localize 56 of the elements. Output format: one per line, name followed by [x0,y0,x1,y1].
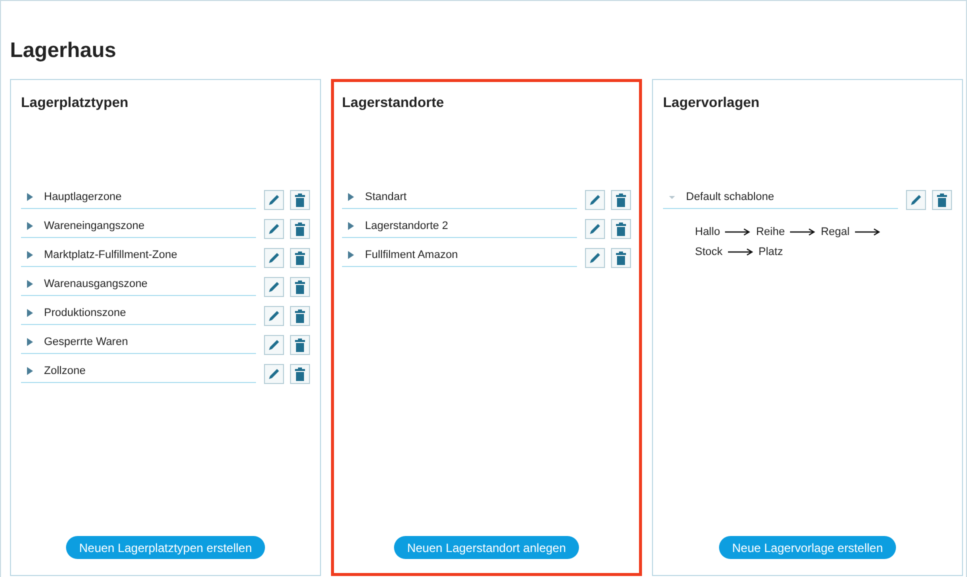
panel-title: Lagerplatztypen [21,93,130,112]
tree-item[interactable]: Standart [365,191,407,203]
delete-icon[interactable] [290,335,310,355]
panel-title: Lagervorlagen [663,93,760,112]
edit-icon[interactable] [585,219,605,239]
path-level: Hallo [695,225,720,240]
delete-icon[interactable] [290,364,310,384]
edit-icon[interactable] [906,190,926,210]
edit-icon[interactable] [264,219,284,239]
delete-icon[interactable] [290,277,310,297]
caret-right-icon[interactable] [347,193,355,201]
caret-right-icon[interactable] [26,222,34,230]
edit-icon[interactable] [264,277,284,297]
path-level: Reihe [756,225,785,240]
delete-icon[interactable] [611,248,631,268]
caret-right-icon[interactable] [26,251,34,259]
path-level: Regal [820,225,850,240]
caret-right-icon[interactable] [347,251,355,259]
edit-icon[interactable] [264,248,284,268]
caret-right-icon[interactable] [26,338,34,346]
edit-icon[interactable] [264,364,284,384]
edit-icon[interactable] [585,190,605,210]
tree-item[interactable]: Gesperrte Waren [44,336,128,348]
arrow-icon [728,248,754,256]
page-title: Lagerhaus [10,39,118,64]
delete-icon[interactable] [290,306,310,326]
delete-icon[interactable] [932,190,952,210]
path-level: Platz [758,245,783,260]
caret-right-icon[interactable] [26,367,34,375]
edit-icon[interactable] [264,335,284,355]
delete-icon[interactable] [290,219,310,239]
edit-icon[interactable] [585,248,605,268]
tree-item[interactable]: Fullfilment Amazon [365,249,458,261]
tree-item[interactable]: Marktplatz-Fulfillment-Zone [44,249,178,261]
tree-item[interactable]: Default schablone [686,191,774,203]
arrow-icon [854,228,881,236]
tree-item[interactable]: Produktionszone [44,307,126,319]
tree-item[interactable]: Hauptlagerzone [44,191,122,203]
delete-icon[interactable] [611,190,631,210]
caret-right-icon[interactable] [26,193,34,201]
tree-item[interactable]: Zollzone [44,365,86,377]
delete-icon[interactable] [290,190,310,210]
edit-icon[interactable] [264,306,284,326]
tree-item[interactable]: Wareneingangszone [44,220,144,232]
arrow-icon [725,228,752,236]
path-level: Stock [695,245,723,260]
caret-right-icon[interactable] [26,309,34,317]
tree-item[interactable]: Warenausgangszone [44,278,148,290]
delete-icon[interactable] [611,219,631,239]
arrow-icon [790,228,816,236]
caret-right-icon[interactable] [26,280,34,288]
panel-title: Lagerstandorte [342,93,445,112]
tree-item[interactable]: Lagerstandorte 2 [365,220,448,232]
edit-icon[interactable] [264,190,284,210]
caret-right-icon[interactable] [347,222,355,230]
delete-icon[interactable] [290,248,310,268]
